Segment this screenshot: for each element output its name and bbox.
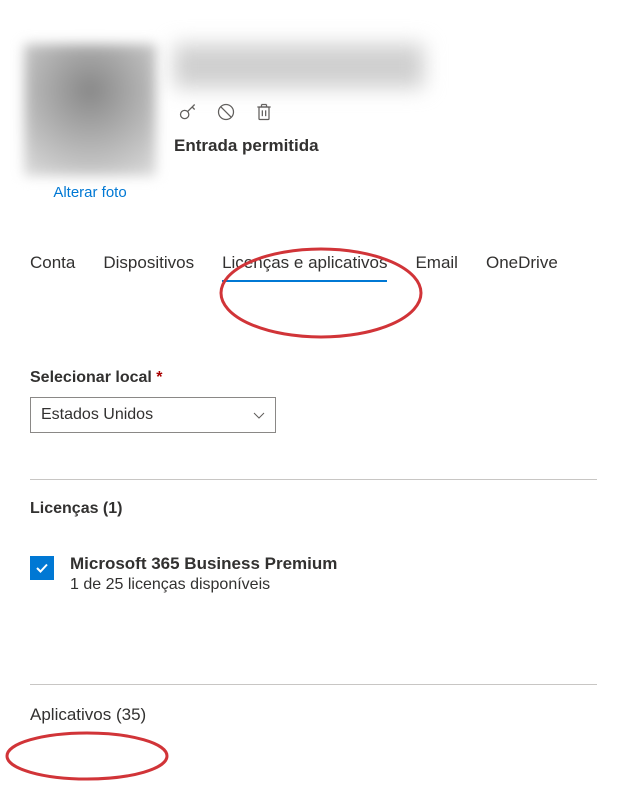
tab-devices[interactable]: Dispositivos bbox=[103, 253, 194, 281]
user-name-blurred bbox=[174, 44, 424, 88]
license-checkbox[interactable] bbox=[30, 556, 54, 580]
action-icon-row bbox=[174, 98, 424, 128]
user-info-column: Entrada permitida bbox=[174, 44, 424, 156]
apps-section-title[interactable]: Aplicativos (35) bbox=[30, 705, 597, 725]
divider bbox=[30, 684, 597, 685]
licenses-section-title: Licenças (1) bbox=[30, 500, 597, 518]
license-availability: 1 de 25 licenças disponíveis bbox=[70, 576, 337, 594]
avatar-column: Alterar foto bbox=[24, 44, 156, 201]
key-icon[interactable] bbox=[178, 102, 198, 122]
block-icon[interactable] bbox=[216, 102, 236, 122]
avatar bbox=[24, 44, 156, 176]
change-photo-link[interactable]: Alterar foto bbox=[53, 184, 126, 201]
location-label: Selecionar local * bbox=[30, 369, 597, 387]
location-select[interactable]: Estados Unidos bbox=[30, 397, 276, 433]
chevron-down-icon bbox=[253, 409, 265, 421]
tabs-row: Conta Dispositivos Licenças e aplicativo… bbox=[0, 201, 627, 281]
location-value: Estados Unidos bbox=[41, 406, 153, 424]
license-row: Microsoft 365 Business Premium 1 de 25 l… bbox=[30, 554, 597, 684]
location-label-text: Selecionar local bbox=[30, 369, 152, 386]
license-info: Microsoft 365 Business Premium 1 de 25 l… bbox=[70, 554, 337, 594]
divider bbox=[30, 479, 597, 480]
tab-licenses-apps[interactable]: Licenças e aplicativos bbox=[222, 253, 387, 281]
annotation-ellipse-apps-title bbox=[2, 730, 172, 782]
required-asterisk: * bbox=[156, 369, 162, 386]
tab-onedrive[interactable]: OneDrive bbox=[486, 253, 558, 281]
tab-account[interactable]: Conta bbox=[30, 253, 75, 281]
delete-icon[interactable] bbox=[254, 102, 274, 122]
checkmark-icon bbox=[34, 560, 50, 576]
tab-email[interactable]: Email bbox=[415, 253, 458, 281]
signin-status: Entrada permitida bbox=[174, 134, 424, 156]
license-name: Microsoft 365 Business Premium bbox=[70, 554, 337, 574]
